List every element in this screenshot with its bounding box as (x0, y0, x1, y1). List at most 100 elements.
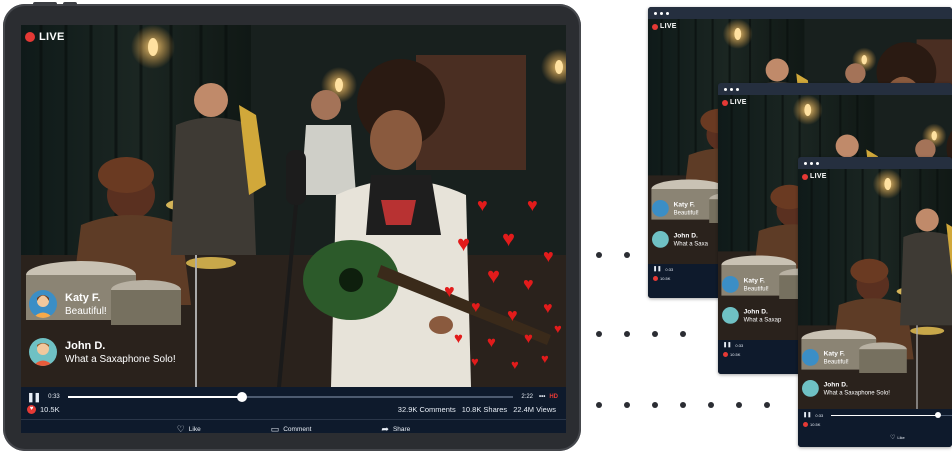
progress-handle[interactable] (935, 411, 942, 418)
comment-text: What a Saxaphone Solo! (65, 353, 176, 365)
like-button[interactable]: ♡ Like (177, 423, 201, 434)
connector-dots (596, 331, 708, 337)
player-control-bar: ❚❚ 0:33 2:22 ••• HD ♥ 10.5K 32.9K Commen… (21, 387, 566, 433)
progress-slider[interactable] (831, 411, 952, 418)
comment-label: Comment (283, 425, 312, 433)
comment-button[interactable]: ▭ Comment (270, 423, 312, 434)
pause-icon[interactable]: ❚❚ (723, 342, 731, 348)
likes-count: 10.5K (803, 422, 820, 427)
tablet-device: LIVE ♥ ♥ ♥ ♥ ♥ ♥ ♥ ♥ ♥ ♥ ♥ ♥ ♥ ♥ ♥ ♥ ♥ ♥ (3, 2, 581, 451)
window-titlebar (718, 83, 952, 95)
comment-text: What a Saxaphone Solo! (823, 389, 890, 396)
progress-handle[interactable] (236, 392, 247, 402)
man-avatar (802, 380, 819, 397)
woman-avatar (802, 349, 819, 366)
heart-icon: ♥ (487, 334, 496, 351)
heart-icon: ♥ (477, 195, 488, 215)
comment-text: Beautiful! (65, 305, 107, 317)
heart-icon: ♥ (511, 357, 519, 372)
likes-count: 10.5K (723, 352, 740, 357)
heart-icon: ♥ (543, 246, 554, 266)
heart-icon: ♥ (444, 281, 455, 301)
heart-badge-icon (803, 422, 808, 427)
connector-dots (596, 252, 652, 258)
progress-slider[interactable] (67, 392, 514, 402)
pause-icon[interactable]: ❚❚ (27, 392, 41, 403)
likes-count: 10.5K (653, 276, 670, 281)
tablet-button (33, 2, 57, 6)
more-options-button[interactable]: ••• (539, 394, 545, 400)
live-dot-icon (25, 32, 35, 42)
comment-item: Katy F. Beautiful! (722, 276, 769, 293)
live-badge: LIVE (802, 173, 827, 180)
woman-avatar (29, 290, 57, 318)
current-time: 0:33 (665, 266, 674, 272)
like-label: Like (188, 425, 201, 433)
comment-item: Katy F. Beautiful! (29, 290, 107, 318)
quality-button[interactable]: HD (549, 394, 558, 400)
like-label: Like (897, 435, 905, 440)
heart-badge-icon (653, 276, 658, 281)
progress-fill (67, 396, 242, 398)
live-badge: LIVE (652, 23, 677, 30)
shares-count[interactable]: 10.8K Shares (462, 405, 507, 414)
man-avatar (722, 307, 739, 324)
comment-author: Katy F. (673, 200, 695, 209)
live-badge: LIVE (25, 31, 65, 43)
total-time: 2:22 (521, 394, 534, 400)
comment-item: John D. What a Saxaphone Solo! (802, 380, 890, 397)
heart-icon: ♥ (554, 321, 562, 336)
browser-window: LIVE Katy F. Beautiful! John D. What a Sax… (798, 157, 952, 447)
window-titlebar (648, 7, 952, 19)
live-dot-icon (802, 173, 808, 180)
woman-avatar (652, 200, 669, 217)
progress-fill (831, 414, 938, 416)
current-time: 0:33 (735, 342, 744, 348)
pause-icon[interactable]: ❚❚ (653, 266, 661, 272)
likes-value: 10.5K (40, 405, 60, 414)
comment-author: John D. (673, 231, 698, 240)
heart-badge-icon (723, 352, 728, 357)
likes-value: 10.5K (730, 352, 741, 357)
comment-text: Beautiful! (673, 209, 699, 216)
heart-icon: ♥ (454, 330, 463, 347)
heart-outline-icon: ♡ (890, 435, 896, 441)
comment-item: Katy F. Beautiful! (802, 349, 849, 366)
comments-count[interactable]: 32.9K Comments (398, 405, 456, 414)
video-frame[interactable] (798, 169, 952, 416)
views-count: 22.4M Views (513, 405, 556, 414)
heart-icon: ♥ (543, 300, 553, 317)
heart-icon: ♥ (487, 263, 501, 288)
current-time: 0:33 (815, 412, 824, 418)
likes-count: ♥ 10.5K (27, 405, 60, 414)
heart-icon: ♥ (471, 354, 479, 369)
live-label: LIVE (730, 99, 747, 106)
pause-icon[interactable]: ❚❚ (803, 412, 811, 418)
heart-icon: ♥ (471, 299, 481, 316)
live-dot-icon (652, 23, 658, 30)
heart-icon: ♥ (507, 305, 518, 325)
heart-icon: ♥ (541, 351, 549, 366)
comment-text: Beautiful! (823, 358, 849, 365)
tablet-button (63, 2, 77, 6)
live-label: LIVE (39, 31, 65, 43)
heart-icon: ♥ (457, 231, 471, 256)
share-label: Share (392, 425, 411, 433)
heart-icon: ♥ (524, 330, 533, 347)
comment-item: Katy F. Beautiful! (652, 200, 699, 217)
comment-icon: ▭ (270, 423, 280, 434)
heart-icon: ♥ (527, 195, 538, 215)
comment-text: What a Saxa (673, 240, 708, 247)
heart-icon: ♥ (502, 226, 516, 251)
woman-avatar (722, 276, 739, 293)
man-avatar (652, 231, 669, 248)
like-button[interactable]: ♡ Like (890, 434, 905, 441)
comment-author: John D. (65, 339, 106, 352)
comment-author: Katy F. (823, 349, 845, 358)
share-button[interactable]: ➦ Share (381, 423, 411, 434)
comment-author: John D. (823, 380, 848, 389)
comment-item: John D. What a Saxa (652, 231, 708, 248)
comment-author: Katy F. (65, 291, 101, 304)
heart-icon: ♥ (523, 274, 534, 294)
comment-author: John D. (743, 307, 768, 316)
